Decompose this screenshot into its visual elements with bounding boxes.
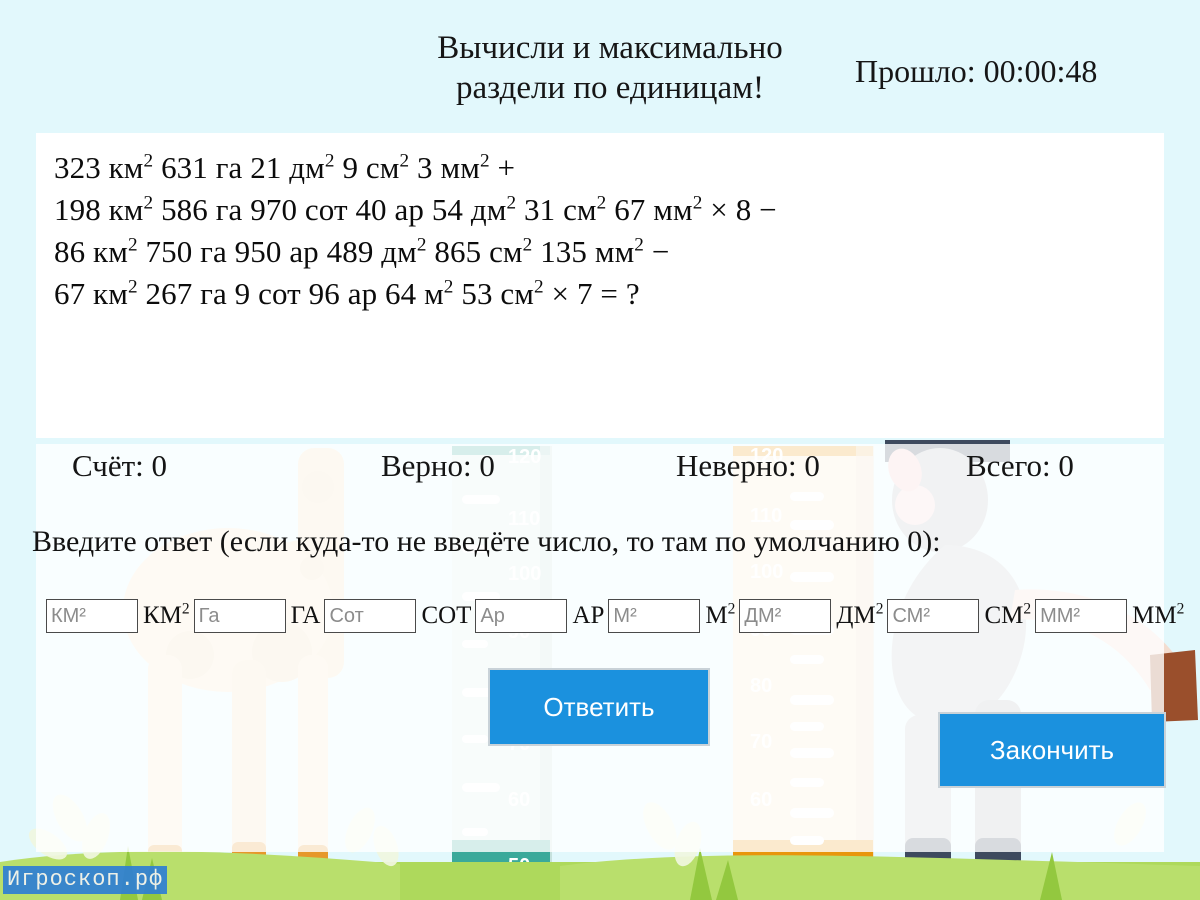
task-title-line-1: Вычисли и максимально <box>437 30 783 66</box>
stat-score: Счёт: 0 <box>72 448 168 483</box>
stat-correct: Верно: 0 <box>381 448 495 483</box>
stat-incorrect: Неверно: 0 <box>676 448 820 483</box>
stat-total: Всего: 0 <box>966 448 1074 483</box>
field-group-dm2: ДМ2 <box>739 599 887 633</box>
field-group-sot: СОТ <box>324 599 475 633</box>
svg-text:50: 50 <box>750 855 772 877</box>
site-watermark: Игроскоп.рф <box>3 866 168 894</box>
page-title: Вычисли и максимально раздели по единица… <box>410 28 810 109</box>
unit-label-cm2: СМ2 <box>984 600 1032 629</box>
unit-label-sot: СОТ <box>421 602 472 629</box>
expression-line: 323 км2 631 га 21 дм2 9 см2 3 мм2 + <box>54 150 516 185</box>
field-group-ga: ГА <box>193 599 325 633</box>
unit-label-km2: КМ2 <box>143 600 190 629</box>
field-group-km2: КМ2 <box>46 599 194 633</box>
field-group-cm2: СМ2 <box>887 599 1035 633</box>
unit-label-ar: АР <box>572 602 605 629</box>
answer-input-m2[interactable] <box>608 599 701 633</box>
answer-input-mm2[interactable] <box>1035 599 1128 633</box>
submit-answer-button[interactable]: Ответить <box>488 668 710 746</box>
svg-text:50: 50 <box>508 855 530 877</box>
answer-input-sot[interactable] <box>324 599 417 633</box>
answer-input-cm2[interactable] <box>887 599 980 633</box>
answer-input-ar[interactable] <box>475 599 568 633</box>
answer-input-km2[interactable] <box>46 599 138 633</box>
field-group-ar: АР <box>475 599 608 633</box>
expression-panel: 323 км2 631 га 21 дм2 9 см2 3 мм2 + 198 … <box>36 133 1164 438</box>
answer-input-dm2[interactable] <box>739 599 832 633</box>
expression-line: 86 км2 750 га 950 ар 489 дм2 865 см2 135… <box>54 234 670 269</box>
answer-fields-row: КМ2 ГА СОТ АР М2 ДМ2 СМ2 ММ2 <box>46 596 1188 636</box>
task-title-line-2: раздели по единицам! <box>456 70 764 107</box>
finish-button[interactable]: Закончить <box>938 712 1166 788</box>
header: Вычисли и максимально раздели по единица… <box>0 28 1200 118</box>
unit-label-ga: ГА <box>290 602 321 629</box>
expression-line: 198 км2 586 га 970 сот 40 ар 54 дм2 31 с… <box>54 192 777 227</box>
stats-row: Счёт: 0 Верно: 0 Неверно: 0 Всего: 0 <box>36 448 1164 494</box>
expression-line: 67 км2 267 га 9 сот 96 ар 64 м2 53 см2 ×… <box>54 276 640 311</box>
elapsed-timer: Прошло: 00:00:48 <box>855 53 1098 89</box>
unit-label-dm2: ДМ2 <box>836 600 884 629</box>
field-group-m2: М2 <box>608 599 739 633</box>
answer-input-ga[interactable] <box>193 599 286 633</box>
unit-label-m2: М2 <box>705 600 736 629</box>
answer-instruction: Введите ответ (если куда-то не введёте ч… <box>32 525 941 558</box>
game-screen: 120 110 100 90 80 70 60 50 <box>0 0 1200 900</box>
field-group-mm2: ММ2 <box>1035 599 1188 633</box>
answer-panel <box>36 444 1164 852</box>
unit-label-mm2: ММ2 <box>1132 600 1185 629</box>
